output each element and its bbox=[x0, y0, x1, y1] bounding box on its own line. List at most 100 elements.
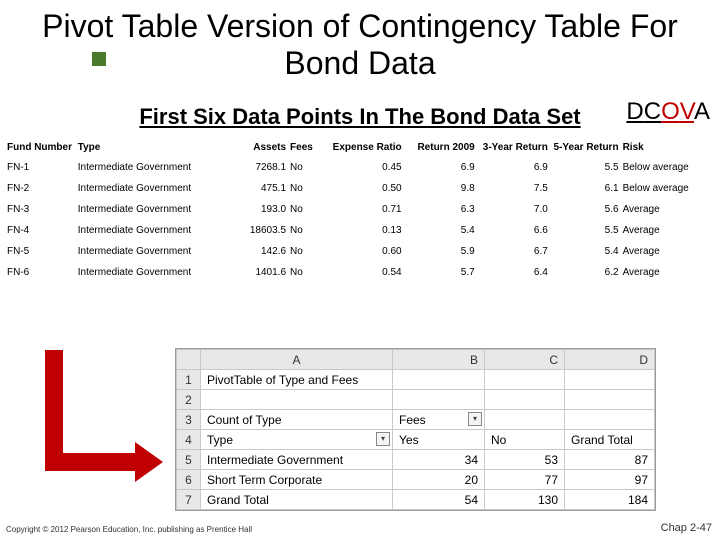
dcova-v: V bbox=[680, 98, 694, 125]
table-cell: 6.9 bbox=[477, 157, 550, 178]
table-row: FN-5Intermediate Government142.6No0.605.… bbox=[5, 241, 715, 262]
col-ret3: 3-Year Return bbox=[477, 138, 550, 157]
table-cell: 1401.6 bbox=[229, 262, 288, 283]
table-cell: 6.7 bbox=[477, 241, 550, 262]
excel-pivot-screenshot: A B C D 1 PivotTable of Type and Fees 2 … bbox=[175, 348, 656, 511]
table-cell: 6.9 bbox=[404, 157, 477, 178]
bond-data-table: Fund Number Type Assets Fees Expense Rat… bbox=[5, 138, 715, 283]
pivot-cell: 54 bbox=[393, 490, 485, 510]
table-cell: 5.6 bbox=[550, 199, 621, 220]
table-cell: 6.6 bbox=[477, 220, 550, 241]
pivot-row-7: 7 Grand Total 54 130 184 bbox=[177, 490, 655, 510]
pivot-cell: Short Term Corporate bbox=[201, 470, 393, 490]
table-cell: 142.6 bbox=[229, 241, 288, 262]
pivot-cell: 87 bbox=[565, 450, 655, 470]
pivot-col-d: D bbox=[565, 350, 655, 370]
dropdown-icon[interactable]: ▾ bbox=[376, 432, 390, 446]
dcova-a: A bbox=[694, 98, 710, 125]
table-cell: 7.5 bbox=[477, 178, 550, 199]
pivot-row-3: 3 Count of Type Fees ▾ bbox=[177, 410, 655, 430]
pivot-grand-total-row: Grand Total bbox=[201, 490, 393, 510]
copyright-text: Copyright © 2012 Pearson Education, Inc.… bbox=[6, 525, 252, 534]
pivot-cell: 184 bbox=[565, 490, 655, 510]
pivot-cell: Intermediate Government bbox=[201, 450, 393, 470]
table-cell: 5.5 bbox=[550, 220, 621, 241]
pivot-count-label: Count of Type bbox=[201, 410, 393, 430]
pivot-yes: Yes bbox=[393, 430, 485, 450]
table-cell: Below average bbox=[621, 178, 715, 199]
dcova-label: DCOVA bbox=[626, 98, 710, 126]
table-cell: Average bbox=[621, 262, 715, 283]
table-cell: 5.4 bbox=[550, 241, 621, 262]
table-cell: 0.13 bbox=[323, 220, 403, 241]
pivot-title: PivotTable of Type and Fees bbox=[201, 370, 393, 390]
pivot-row-4: 4 Type ▾ Yes No Grand Total bbox=[177, 430, 655, 450]
table-cell: 0.54 bbox=[323, 262, 403, 283]
table-row: FN-2Intermediate Government475.1No0.509.… bbox=[5, 178, 715, 199]
dropdown-icon[interactable]: ▾ bbox=[468, 412, 482, 426]
pivot-col-headers: A B C D bbox=[177, 350, 655, 370]
title-bullet bbox=[92, 52, 106, 66]
pivot-cell: 97 bbox=[565, 470, 655, 490]
table-cell: 0.60 bbox=[323, 241, 403, 262]
table-cell: 0.71 bbox=[323, 199, 403, 220]
table-cell: 6.2 bbox=[550, 262, 621, 283]
table-cell: 5.4 bbox=[404, 220, 477, 241]
table-cell: Intermediate Government bbox=[76, 220, 229, 241]
table-cell: No bbox=[288, 241, 323, 262]
pivot-cell: 130 bbox=[485, 490, 565, 510]
red-arrow-icon bbox=[45, 350, 163, 482]
table-cell: FN-6 bbox=[5, 262, 76, 283]
table-cell: 5.7 bbox=[404, 262, 477, 283]
pivot-col-b: B bbox=[393, 350, 485, 370]
table-cell: FN-3 bbox=[5, 199, 76, 220]
slide-title: Pivot Table Version of Contingency Table… bbox=[0, 0, 720, 84]
table-cell: 5.5 bbox=[550, 157, 621, 178]
col-ret2009: Return 2009 bbox=[404, 138, 477, 157]
col-expense: Expense Ratio bbox=[323, 138, 403, 157]
dcova-o: O bbox=[661, 98, 680, 125]
pivot-cell: 53 bbox=[485, 450, 565, 470]
table-cell: No bbox=[288, 262, 323, 283]
dcova-c: C bbox=[644, 98, 661, 125]
table-cell: 7268.1 bbox=[229, 157, 288, 178]
table-cell: Average bbox=[621, 220, 715, 241]
table-cell: FN-5 bbox=[5, 241, 76, 262]
table-cell: No bbox=[288, 157, 323, 178]
pivot-row-5: 5 Intermediate Government 34 53 87 bbox=[177, 450, 655, 470]
table-header-row: Fund Number Type Assets Fees Expense Rat… bbox=[5, 138, 715, 157]
table-cell: 9.8 bbox=[404, 178, 477, 199]
table-cell: 7.0 bbox=[477, 199, 550, 220]
table-row: FN-4Intermediate Government18603.5No0.13… bbox=[5, 220, 715, 241]
pivot-type-field[interactable]: Type ▾ bbox=[201, 430, 393, 450]
table-cell: 18603.5 bbox=[229, 220, 288, 241]
page-number: Chap 2-47 bbox=[661, 522, 712, 534]
table-row: FN-3Intermediate Government193.0No0.716.… bbox=[5, 199, 715, 220]
pivot-corner bbox=[177, 350, 201, 370]
table-cell: No bbox=[288, 220, 323, 241]
pivot-fees-field[interactable]: Fees ▾ bbox=[393, 410, 485, 430]
col-risk: Risk bbox=[621, 138, 715, 157]
table-cell: Intermediate Government bbox=[76, 241, 229, 262]
table-cell: No bbox=[288, 199, 323, 220]
pivot-cell: 20 bbox=[393, 470, 485, 490]
table-cell: Intermediate Government bbox=[76, 199, 229, 220]
table-cell: Intermediate Government bbox=[76, 178, 229, 199]
table-cell: 6.1 bbox=[550, 178, 621, 199]
table-cell: Intermediate Government bbox=[76, 262, 229, 283]
table-cell: FN-1 bbox=[5, 157, 76, 178]
table-cell: 0.50 bbox=[323, 178, 403, 199]
slide-subtitle: First Six Data Points In The Bond Data S… bbox=[0, 104, 720, 130]
col-fund: Fund Number bbox=[5, 138, 76, 157]
col-ret5: 5-Year Return bbox=[550, 138, 621, 157]
pivot-row-1: 1 PivotTable of Type and Fees bbox=[177, 370, 655, 390]
pivot-no: No bbox=[485, 430, 565, 450]
table-cell: 6.3 bbox=[404, 199, 477, 220]
table-cell: Average bbox=[621, 241, 715, 262]
pivot-grand-total-col: Grand Total bbox=[565, 430, 655, 450]
dcova-d: D bbox=[626, 98, 643, 125]
pivot-row-6: 6 Short Term Corporate 20 77 97 bbox=[177, 470, 655, 490]
table-cell: 6.4 bbox=[477, 262, 550, 283]
table-cell: 5.9 bbox=[404, 241, 477, 262]
pivot-col-c: C bbox=[485, 350, 565, 370]
